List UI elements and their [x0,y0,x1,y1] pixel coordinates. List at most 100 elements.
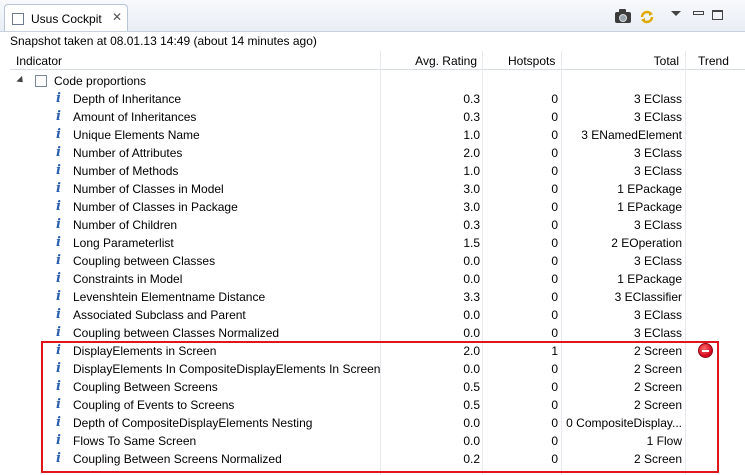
header-indicator[interactable]: Indicator [16,54,62,68]
hotspots-value: 0 [551,110,558,124]
info-icon: i [56,433,61,448]
total-value: 3 EClass [633,218,682,232]
table-row[interactable]: i Depth of CompositeDisplayElements Nesti… [10,414,745,432]
avg-rating-value: 0.0 [463,362,480,376]
hotspots-value: 0 [551,398,558,412]
info-icon: i [56,127,61,142]
table-row[interactable]: i Coupling between Classes Normalized 0.0 0… [10,324,745,342]
table-row[interactable]: i Coupling between Classes 0.0 0 3 EClass [10,252,745,270]
header-total[interactable]: Total [562,54,679,68]
hotspots-value: 0 [551,164,558,178]
info-icon: i [56,145,61,160]
total-value: 3 EClass [633,92,682,106]
table-row[interactable]: i Coupling of Events to Screens 0.5 0 2 Scre… [10,396,745,414]
tab-usus-cockpit[interactable]: Usus Cockpit ✕ [4,4,128,31]
total-value: 1 EPackage [617,182,682,196]
header-avg-rating[interactable]: Avg. Rating [380,54,477,68]
camera-icon[interactable] [614,8,632,26]
avg-rating-value: 0.0 [463,416,480,430]
avg-rating-value: 0.5 [463,398,480,412]
indicator-name: Number of Children [73,218,178,232]
table-row[interactable]: i Number of Classes in Model 3.0 0 1 EPackag… [10,180,745,198]
error-icon [698,343,713,358]
info-icon: i [56,307,61,322]
header-trend[interactable]: Trend [698,54,729,68]
info-icon: i [56,325,61,340]
usus-cockpit-view: Usus Cockpit ✕ Snapshot taken at 08.01.1… [0,0,745,475]
avg-rating-value: 3.3 [463,290,480,304]
close-icon[interactable]: ✕ [110,10,124,24]
table-row[interactable]: i Coupling Between Screens 0.5 0 2 Screen [10,378,745,396]
table-row[interactable]: i Associated Subclass and Parent 0.0 0 3 ECl… [10,306,745,324]
table-row[interactable]: i Amount of Inheritances 0.3 0 3 EClass [10,108,745,126]
table-row[interactable]: i Number of Methods 1.0 0 3 EClass [10,162,745,180]
total-value: 3 EClassifier [614,290,682,304]
info-icon: i [56,199,61,214]
table-row[interactable]: i Levenshtein Elementname Distance 3.3 0 3 E… [10,288,745,306]
indicator-name: Coupling Between Screens [73,380,218,394]
info-icon: i [56,343,61,358]
avg-rating-value: 1.0 [463,128,480,142]
total-value: 3 EClass [633,164,682,178]
total-value: 2 Screen [633,398,682,412]
indicator-name: Flows To Same Screen [73,434,197,448]
total-value: 2 EOperation [611,236,682,250]
avg-rating-value: 1.0 [463,164,480,178]
table-row[interactable]: i Constraints in Model 0.0 0 1 EPackage [10,270,745,288]
indicator-name: Coupling between Classes [73,254,216,268]
hotspots-value: 0 [551,308,558,322]
info-icon: i [56,235,61,250]
header-hotspots[interactable]: Hotspots [508,54,555,68]
indicator-name: Number of Classes in Package [73,200,238,214]
hotspots-value: 0 [551,380,558,394]
info-icon: i [56,451,61,466]
view-icon [12,13,24,25]
indicator-name: Coupling Between Screens Normalized [73,452,282,466]
table-row[interactable]: i Number of Attributes 2.0 0 3 EClass [10,144,745,162]
total-value: 1 Flow [646,434,682,448]
hotspots-value: 0 [551,218,558,232]
info-icon: i [56,217,61,232]
hotspots-value: 0 [551,254,558,268]
table-row[interactable]: i DisplayElements in Screen 2.0 1 2 Screen [10,342,745,360]
avg-rating-value: 1.5 [463,236,480,250]
table-row[interactable]: i Number of Children 0.3 0 3 EClass [10,216,745,234]
view-menu-icon[interactable] [670,9,682,19]
hotspots-value: 0 [551,326,558,340]
hotspots-value: 0 [551,362,558,376]
hotspots-value: 0 [551,146,558,160]
total-value: 3 EClass [633,308,682,322]
table-row[interactable]: i DisplayElements In CompositeDisplayElem… [10,360,745,378]
group-label: Code proportions [54,74,147,88]
avg-rating-value: 0.3 [463,92,480,106]
group-row-code-proportions[interactable]: Code proportions [10,72,745,90]
total-value: 3 EClass [633,110,682,124]
refresh-icon[interactable] [638,8,656,26]
indicator-name: Coupling of Events to Screens [73,398,235,412]
hotspots-value: 0 [551,452,558,466]
table-row[interactable]: i Number of Classes in Package 3.0 0 1 EPack… [10,198,745,216]
table-row[interactable]: i Coupling Between Screens Normalized 0.2 0… [10,450,745,468]
indicator-name: Depth of Inheritance [73,92,182,106]
indicator-name: Depth of CompositeDisplayElements Nestin… [73,416,313,430]
hotspots-value: 0 [551,272,558,286]
maximize-icon[interactable] [712,10,723,20]
table-row[interactable]: i Unique Elements Name 1.0 0 3 ENamedElement [10,126,745,144]
info-icon: i [56,163,61,178]
table-row[interactable]: i Long Parameterlist 1.5 0 2 EOperation [10,234,745,252]
table-row[interactable]: i Flows To Same Screen 0.0 0 1 Flow [10,432,745,450]
minimize-icon[interactable] [693,11,704,15]
indicator-name: Number of Attributes [73,146,183,160]
total-value: 2 Screen [633,362,682,376]
indicator-tree-table[interactable]: Indicator Avg. Rating Hotspots Total Tre… [10,51,745,475]
expand-toggle-icon[interactable] [16,75,26,86]
hotspots-value: 0 [551,182,558,196]
avg-rating-value: 0.3 [463,218,480,232]
info-icon: i [56,415,61,430]
indicator-name: DisplayElements In CompositeDisplayEleme… [73,362,381,376]
indicator-name: Number of Methods [73,164,179,178]
table-row[interactable]: i Depth of Inheritance 0.3 0 3 EClass [10,90,745,108]
total-value: 2 Screen [633,344,682,358]
total-value: 0 CompositeDisplay... [566,416,682,430]
total-value: 3 ENamedElement [581,128,682,142]
